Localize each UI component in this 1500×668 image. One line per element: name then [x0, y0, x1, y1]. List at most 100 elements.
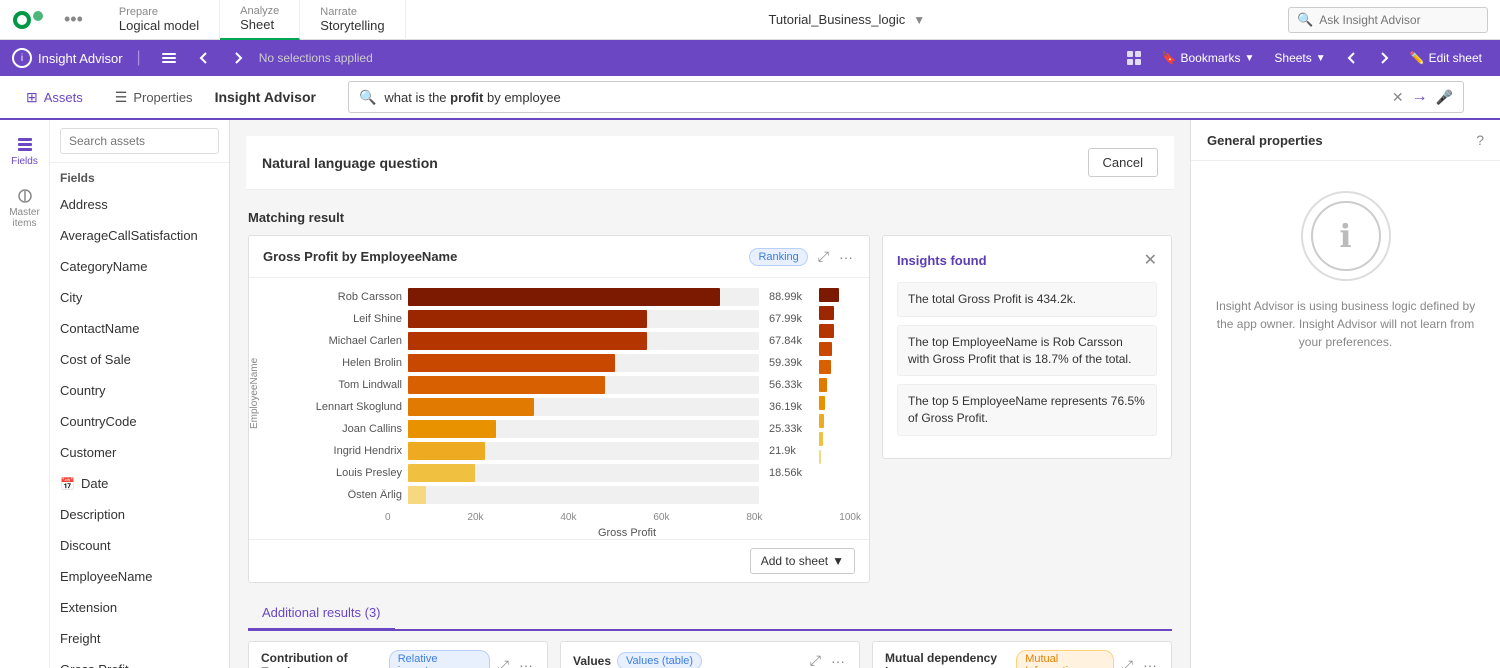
x-tick: 20k	[467, 512, 483, 523]
insight-advisor-search-box[interactable]: 🔍	[1288, 7, 1488, 33]
insights-panel: Insights found ✕ The total Gross Profit …	[882, 235, 1172, 583]
bar-value: 56.33k	[769, 379, 807, 391]
list-item[interactable]: Extension	[50, 592, 229, 623]
bar-chart-area: Rob Carsson 88.99k Leif Shine 67.99k Mic…	[260, 278, 819, 508]
list-item[interactable]: Description	[50, 499, 229, 530]
bar-fill	[408, 486, 426, 504]
nav-right-area: 🔍	[1288, 7, 1488, 33]
x-tick: 40k	[560, 512, 576, 523]
left-panel: Fields Master items Fields AddressAverag…	[0, 120, 230, 668]
list-item[interactable]: City	[50, 282, 229, 313]
tab-properties[interactable]: ☰ Properties	[105, 76, 203, 120]
bar-value: 67.99k	[769, 313, 807, 325]
ia-search-arrow-icon[interactable]: →	[1412, 88, 1428, 106]
expand-additional-btn[interactable]: ⤢	[496, 655, 511, 668]
additional-cards: Contribution of Employ... Relative impor…	[248, 641, 1172, 668]
additional-card-header: Values Values (table) ⤢ ···	[561, 642, 859, 668]
main-layout: Fields Master items Fields AddressAverag…	[0, 120, 1500, 668]
sheets-btn[interactable]: Sheets ▼	[1268, 47, 1331, 69]
additional-more-btn[interactable]: ···	[1141, 655, 1159, 668]
search-assets-input[interactable]	[60, 128, 219, 154]
add-to-sheet-btn[interactable]: Add to sheet ▼	[750, 548, 855, 574]
chart-actions: ⤢ ···	[816, 246, 855, 267]
assets-tab-label: Assets	[44, 90, 83, 105]
list-item[interactable]: EmployeeName	[50, 561, 229, 592]
bar-row: Leif Shine 67.99k	[272, 310, 807, 328]
pencil-icon: ✏️	[1410, 51, 1425, 65]
bar-track	[408, 486, 759, 504]
content-area: Natural language question Cancel Matchin…	[230, 120, 1190, 668]
nav-more-icon[interactable]: •••	[64, 9, 83, 30]
bar-value: 18.56k	[769, 467, 807, 479]
bookmarks-btn[interactable]: 🔖 Bookmarks ▼	[1156, 47, 1261, 69]
expand-additional-btn[interactable]: ⤢	[808, 650, 823, 668]
list-item[interactable]: Freight	[50, 623, 229, 654]
list-item[interactable]: Country	[50, 375, 229, 406]
field-label: Date	[81, 476, 108, 491]
sheets-label: Sheets	[1274, 51, 1311, 65]
additional-badge: Mutual Information	[1016, 650, 1114, 668]
insights-close-btn[interactable]: ✕	[1144, 250, 1157, 270]
x-tick: 100k	[839, 512, 861, 523]
bar-row: Helen Brolin 59.39k	[272, 354, 807, 372]
list-item[interactable]: CountryCode	[50, 406, 229, 437]
list-item[interactable]: Customer	[50, 437, 229, 468]
additional-more-btn[interactable]: ···	[517, 655, 535, 668]
tab-assets[interactable]: ⊞ Assets	[16, 76, 93, 120]
cancel-button[interactable]: Cancel	[1088, 148, 1158, 177]
sidebar-item-fields[interactable]: Fields	[0, 128, 50, 175]
edit-sheet-btn[interactable]: ✏️ Edit sheet	[1404, 47, 1488, 69]
additional-more-btn[interactable]: ···	[829, 651, 847, 668]
nav-analyze[interactable]: Analyze Sheet	[220, 0, 300, 40]
forward-btn[interactable]	[225, 47, 251, 69]
bar-row: Östen Ärlig	[272, 486, 807, 504]
insights-card: Insights found ✕ The total Gross Profit …	[882, 235, 1172, 459]
field-label: Freight	[60, 631, 100, 646]
help-icon[interactable]: ?	[1476, 132, 1484, 148]
insight-advisor-toolbar-btn[interactable]: i Insight Advisor	[12, 48, 123, 68]
nav-narrate[interactable]: Narrate Storytelling	[300, 0, 405, 40]
bar-label: Tom Lindwall	[272, 379, 402, 391]
list-item[interactable]: ContactName	[50, 313, 229, 344]
list-item[interactable]: Gross Profit	[50, 654, 229, 668]
prev-sheet-btn[interactable]	[1340, 48, 1364, 68]
ia-search-clear-icon[interactable]: ✕	[1392, 89, 1404, 106]
insight-item: The top EmployeeName is Rob Carsson with…	[897, 325, 1157, 377]
ia-search-mic-icon[interactable]: 🎤	[1436, 89, 1453, 106]
ia-search-bar[interactable]: 🔍 what is the profit by employee ✕ → 🎤	[348, 81, 1464, 113]
insight-advisor-search-input[interactable]	[1319, 13, 1459, 27]
list-item[interactable]: 📅Date	[50, 468, 229, 499]
app-title-chevron-icon[interactable]: ▼	[913, 13, 925, 27]
list-item[interactable]: Address	[50, 189, 229, 220]
chart-more-btn[interactable]: ···	[837, 247, 855, 267]
bar-fill	[408, 354, 615, 372]
insights-list: The total Gross Profit is 434.2k. The top…	[897, 282, 1157, 436]
grid-icon	[1126, 50, 1142, 66]
list-item[interactable]: Discount	[50, 530, 229, 561]
nav-prepare[interactable]: Prepare Logical model	[99, 0, 220, 40]
bar-track	[408, 442, 759, 460]
additional-results-tab[interactable]: Additional results (3)	[248, 597, 395, 631]
selections-tool-btn[interactable]	[155, 46, 183, 70]
list-item[interactable]: AverageCallSatisfaction	[50, 220, 229, 251]
next-sheet-icon	[1378, 52, 1390, 64]
additional-card-title: Contribution of Employ...	[261, 651, 383, 668]
expand-chart-btn[interactable]: ⤢	[816, 246, 831, 267]
ia-search-highlight: profit	[450, 90, 483, 105]
mini-bar	[819, 288, 839, 302]
back-btn[interactable]	[191, 47, 217, 69]
expand-additional-btn[interactable]: ⤢	[1120, 655, 1135, 668]
prepare-main-label: Logical model	[119, 18, 199, 33]
grid-view-btn[interactable]	[1120, 46, 1148, 70]
list-item[interactable]: CategoryName	[50, 251, 229, 282]
bookmarks-chevron-icon: ▼	[1245, 53, 1255, 64]
list-item[interactable]: Cost of Sale	[50, 344, 229, 375]
next-sheet-btn[interactable]	[1372, 48, 1396, 68]
bar-fill	[408, 376, 605, 394]
insight-advisor-bar: ⊞ Assets ☰ Properties Insight Advisor 🔍 …	[0, 76, 1500, 120]
x-axis-label: Gross Profit	[249, 523, 869, 539]
sidebar-item-master-items[interactable]: Master items	[0, 179, 50, 237]
app-logo[interactable]	[12, 8, 48, 32]
insight-item: The total Gross Profit is 434.2k.	[897, 282, 1157, 317]
field-label: CategoryName	[60, 259, 147, 274]
